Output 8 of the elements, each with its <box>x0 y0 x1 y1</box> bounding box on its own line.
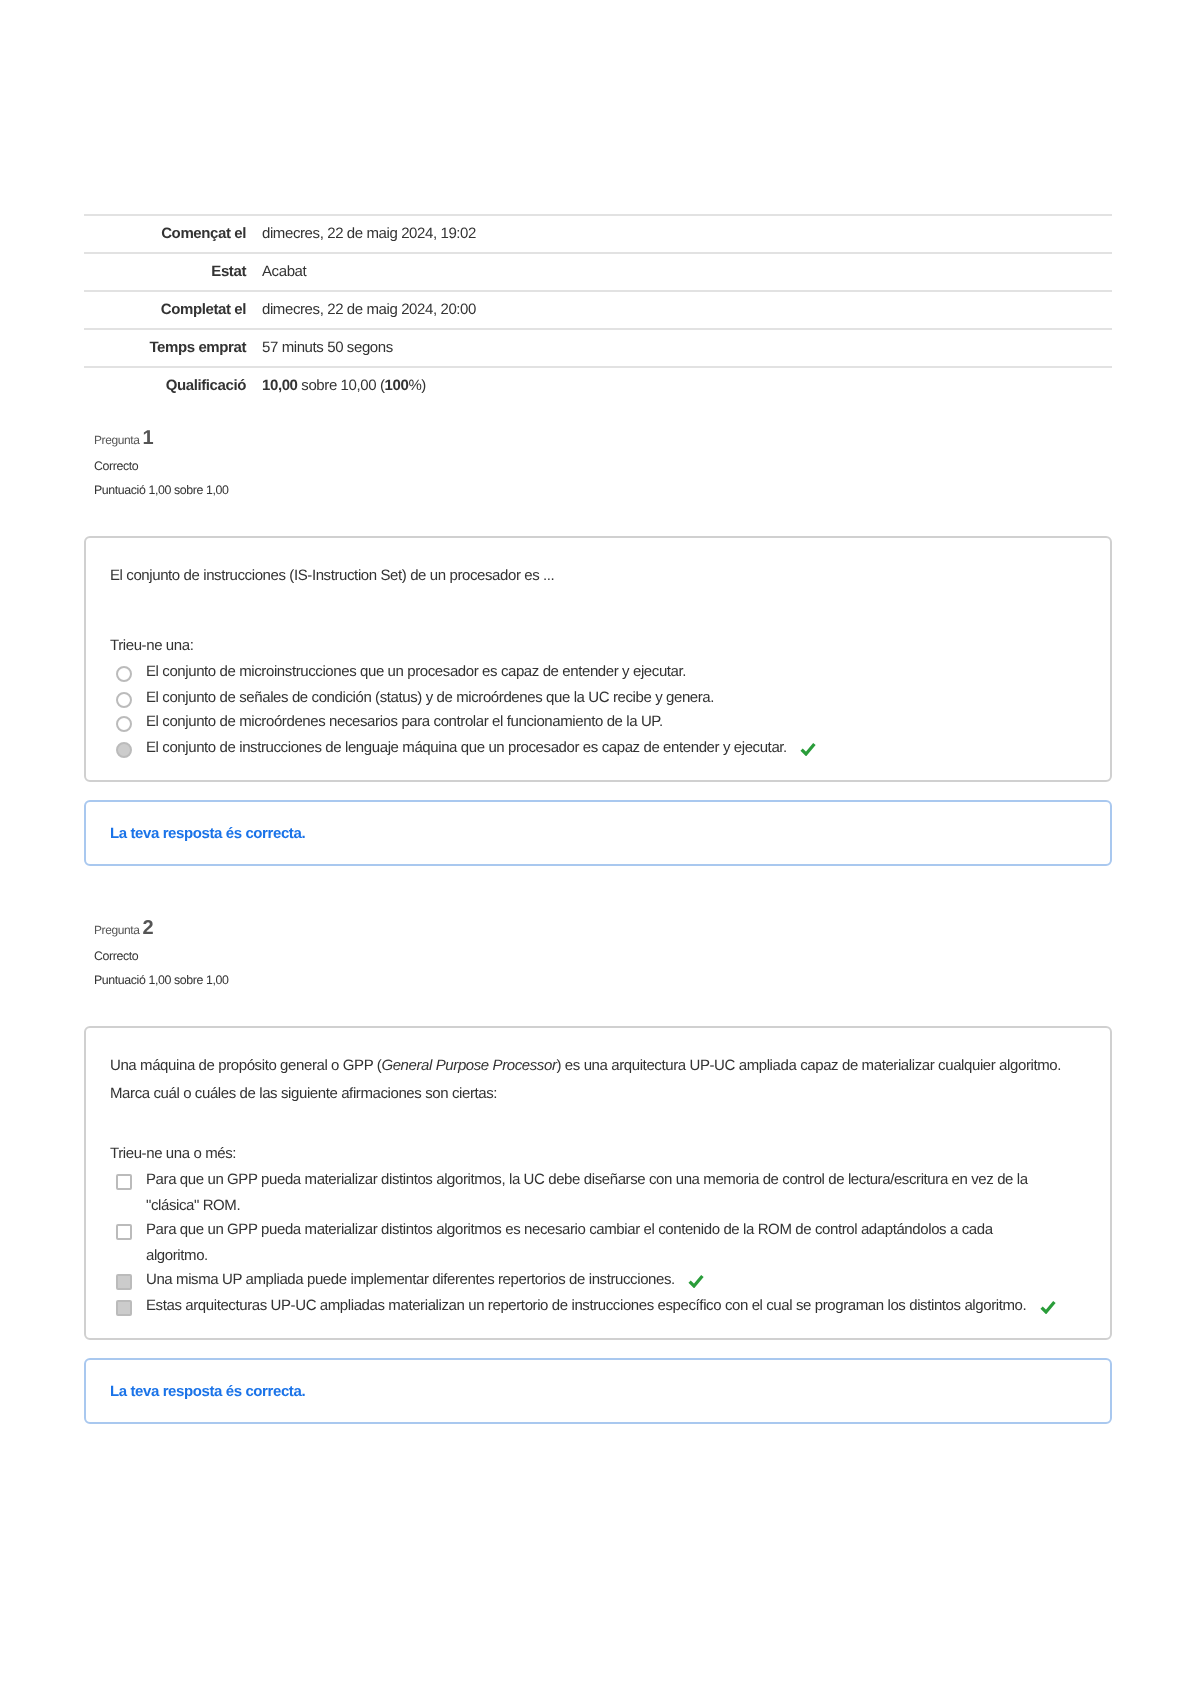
checkbox[interactable] <box>116 1174 132 1190</box>
checkbox[interactable] <box>116 1274 132 1290</box>
radio-button[interactable] <box>116 691 132 707</box>
radio-button[interactable] <box>116 666 132 682</box>
radio-button[interactable] <box>116 716 132 732</box>
radio-button[interactable] <box>116 741 132 757</box>
checkbox[interactable] <box>116 1299 132 1315</box>
checkbox[interactable] <box>116 1224 132 1240</box>
